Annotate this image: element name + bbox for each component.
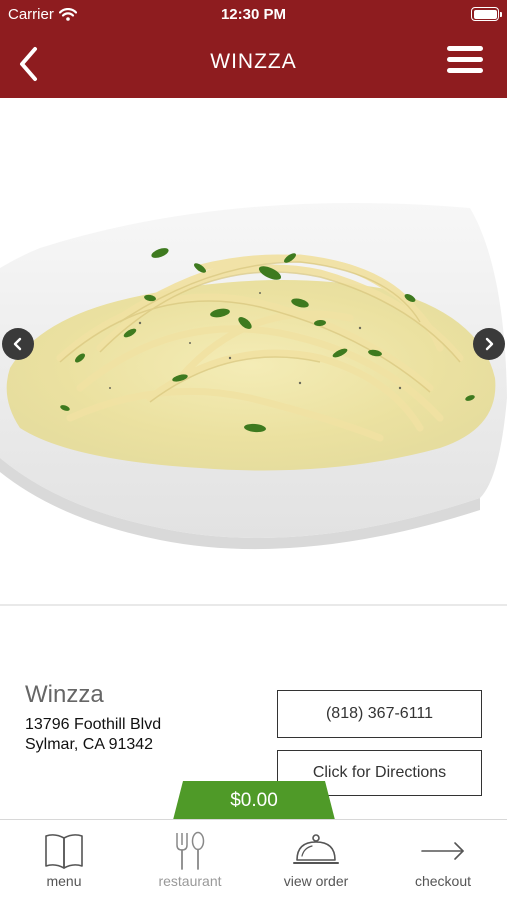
chevron-right-icon (485, 337, 494, 351)
address-line2: Sylmar, CA 91342 (25, 736, 154, 753)
tab-bar: menu restaurant view order checkout (0, 819, 507, 900)
tab-restaurant[interactable]: restaurant (127, 820, 253, 900)
status-bar: Carrier 12:30 PM (0, 0, 507, 28)
chevron-left-icon (13, 337, 22, 351)
tab-menu[interactable]: menu (1, 820, 127, 900)
tab-menu-label: menu (46, 873, 82, 889)
phone-button[interactable]: (818) 367-6111 (277, 690, 482, 738)
status-time: 12:30 PM (220, 6, 287, 23)
carousel-prev-button[interactable] (2, 328, 34, 360)
fork-knife-icon (176, 831, 205, 870)
tab-view-order-label: view order (283, 873, 349, 889)
tab-checkout[interactable]: checkout (380, 820, 506, 900)
menu-button[interactable] (447, 46, 483, 78)
carousel-next-button[interactable] (473, 328, 505, 360)
hero-carousel[interactable] (0, 98, 507, 606)
order-total-tab[interactable]: $0.00 (173, 781, 335, 820)
tab-checkout-label: checkout (414, 873, 472, 889)
arrow-right-icon (421, 842, 464, 860)
page-title: WINZZA (210, 50, 297, 73)
hamburger-icon (447, 46, 483, 51)
book-icon (45, 834, 83, 869)
cloche-icon (293, 834, 339, 864)
tab-view-order[interactable]: view order (253, 820, 379, 900)
tab-restaurant-label: restaurant (158, 873, 222, 889)
restaurant-name: Winzza (25, 681, 104, 708)
app-header: Carrier 12:30 PM WINZZA (0, 0, 507, 98)
address-line1: 13796 Foothill Blvd (25, 716, 162, 733)
battery-icon (471, 7, 502, 21)
dish-photo (0, 203, 507, 550)
